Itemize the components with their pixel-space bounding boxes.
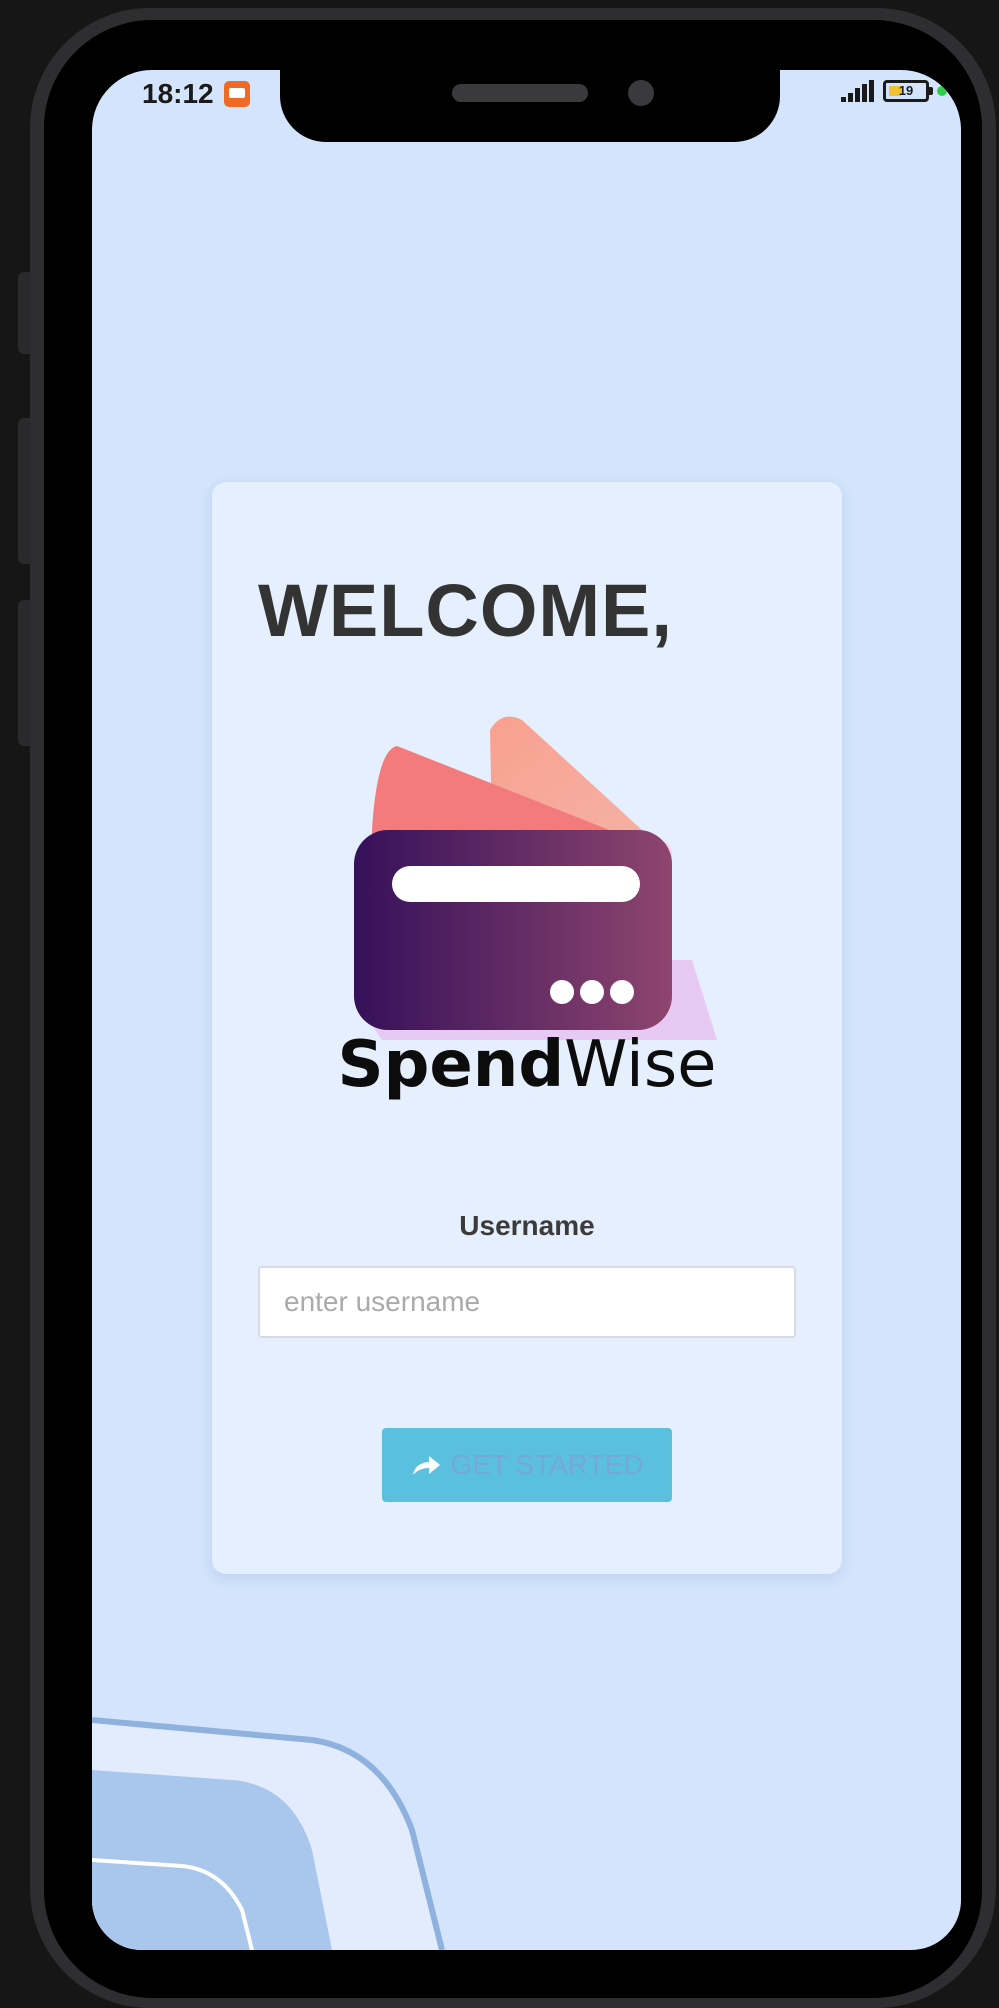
background-decoration	[92, 1717, 445, 1950]
status-time: 18:12	[142, 78, 214, 109]
logo-word-spend: Spend	[337, 1028, 565, 1102]
welcome-heading: WELCOME,	[258, 569, 673, 652]
app-screen: 18:12 19 WELCOME, SpendWise Username ent…	[92, 70, 961, 1950]
logo-wordmark: SpendWise	[322, 1028, 732, 1102]
username-input[interactable]	[258, 1266, 796, 1338]
privacy-dot-icon	[937, 86, 947, 96]
spendwise-logo: SpendWise	[322, 710, 732, 1110]
status-bar-left: 18:12	[142, 78, 250, 110]
signal-icon	[841, 80, 875, 102]
phone-notch	[280, 70, 780, 142]
get-started-label: GET STARTED	[450, 1449, 644, 1480]
get-started-button[interactable]: GET STARTED	[382, 1428, 672, 1502]
wallet-logo-icon	[354, 716, 717, 1040]
earpiece-speaker	[452, 84, 588, 102]
status-bar-right: 19	[841, 80, 947, 102]
device-stage: 18:12 19 WELCOME, SpendWise Username ent…	[0, 0, 999, 2008]
battery-icon: 19	[883, 80, 933, 102]
logo-word-wise: Wise	[564, 1028, 717, 1102]
username-label: Username	[459, 1210, 595, 1241]
front-camera	[628, 80, 654, 106]
share-arrow-icon	[412, 1456, 440, 1475]
login-card: WELCOME, SpendWise Username enter userna…	[212, 482, 842, 1574]
notification-icon	[223, 81, 250, 107]
battery-level: 19	[898, 83, 914, 98]
